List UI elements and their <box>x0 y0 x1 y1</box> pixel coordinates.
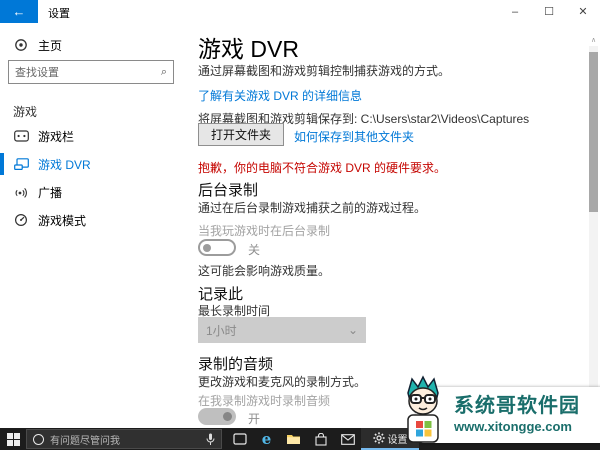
task-view-button[interactable] <box>226 428 253 450</box>
microphone-icon <box>206 433 215 445</box>
window-controls: – ☐ ✕ <box>498 0 600 23</box>
desktop: ← 设置 – ☐ ✕ 主页 查找设置 ⌕ 游戏 游戏栏 游戏 DVR 广播 游戏… <box>0 0 600 450</box>
minimize-button[interactable]: – <box>498 0 532 23</box>
cortana-placeholder: 有问题尽管问我 <box>50 435 120 447</box>
sidebar-item-label: 广播 <box>38 185 63 200</box>
chevron-down-icon: ⌄ <box>347 323 358 337</box>
watermark-url: www.xitongge.com <box>454 419 572 434</box>
sidebar-item-game-dvr[interactable]: 游戏 DVR <box>0 150 192 178</box>
quality-note: 这可能会影响游戏质量。 <box>198 264 331 278</box>
page-subtitle: 通过屏幕截图和游戏剪辑控制捕获游戏的方式。 <box>198 64 451 78</box>
dropdown-value: 1小时 <box>206 323 237 338</box>
sidebar-item-broadcast[interactable]: 广播 <box>0 178 192 206</box>
maximize-button[interactable]: ☐ <box>532 0 566 23</box>
background-recording-toggle-label: 当我玩游戏时在后台录制 <box>198 224 331 238</box>
learn-more-link[interactable]: 了解有关游戏 DVR 的详细信息 <box>198 87 362 104</box>
max-record-time-dropdown[interactable]: 1小时 ⌄ <box>198 317 366 343</box>
watermark-title: 系统哥软件园 <box>454 395 580 417</box>
game-dvr-settings-panel: 游戏 DVR 通过屏幕截图和游戏剪辑控制捕获游戏的方式。 了解有关游戏 DVR … <box>198 23 576 428</box>
page-title: 游戏 DVR <box>198 36 299 62</box>
toggle-knob <box>223 412 232 421</box>
section-background-recording: 后台录制 <box>198 182 259 199</box>
scrollbar-thumb[interactable] <box>589 52 598 212</box>
section-recorded-audio: 录制的音频 <box>198 356 274 373</box>
store-icon[interactable] <box>307 428 334 450</box>
section-record-this: 记录此 <box>198 286 244 303</box>
record-audio-toggle-label: 在我录制游戏时录制音频 <box>198 394 331 408</box>
hardware-warning: 抱歉，你的电脑不符合游戏 DVR 的硬件要求。 <box>198 161 447 175</box>
background-recording-toggle-state: 关 <box>248 243 261 257</box>
background-recording-toggle[interactable] <box>198 239 236 256</box>
edge-icon[interactable]: e <box>253 428 280 450</box>
broadcast-icon <box>13 184 29 200</box>
gear-icon <box>372 432 385 444</box>
game-bar-icon <box>13 128 29 144</box>
mascot-icon <box>407 375 439 443</box>
back-button[interactable]: ← <box>0 0 38 23</box>
cortana-search-box[interactable]: 有问题尽管问我 <box>26 429 222 449</box>
settings-sidebar: 主页 查找设置 ⌕ 游戏 游戏栏 游戏 DVR 广播 游戏模式 <box>0 23 192 428</box>
cortana-icon <box>33 433 44 445</box>
search-input[interactable]: 查找设置 ⌕ <box>8 60 174 84</box>
start-button[interactable] <box>0 428 26 450</box>
record-audio-toggle[interactable] <box>198 408 236 425</box>
sidebar-item-label: 游戏 DVR <box>38 157 91 172</box>
record-audio-toggle-state: 开 <box>248 412 261 426</box>
save-elsewhere-link[interactable]: 如何保存到其他文件夹 <box>294 128 414 145</box>
background-recording-desc: 通过在后台录制游戏捕获之前的游戏过程。 <box>198 201 427 215</box>
sidebar-item-label: 游戏栏 <box>38 129 75 144</box>
sidebar-item-game-mode[interactable]: 游戏模式 <box>0 206 192 234</box>
window-title: 设置 <box>48 8 70 20</box>
mail-icon[interactable] <box>334 428 361 450</box>
search-placeholder: 查找设置 <box>15 67 59 79</box>
home-gear-icon <box>13 37 29 53</box>
game-dvr-icon <box>13 156 29 172</box>
scrollbar-up-arrow[interactable]: ∧ <box>589 36 598 46</box>
watermark-text: 系统哥软件园 www.xitongge.com <box>454 389 580 434</box>
back-arrow-icon: ← <box>12 4 26 19</box>
toggle-knob <box>203 243 211 252</box>
sidebar-item-home[interactable]: 主页 <box>0 31 192 59</box>
sidebar-home-label: 主页 <box>38 38 63 53</box>
close-button[interactable]: ✕ <box>566 0 600 23</box>
open-folder-button[interactable]: 打开文件夹 <box>198 123 284 146</box>
search-icon: ⌕ <box>160 65 167 78</box>
recorded-audio-desc: 更改游戏和麦克风的录制方式。 <box>198 375 367 389</box>
sidebar-item-label: 游戏模式 <box>38 213 87 228</box>
file-explorer-icon[interactable] <box>280 428 307 450</box>
sidebar-item-game-bar[interactable]: 游戏栏 <box>0 122 192 150</box>
game-mode-icon <box>13 212 29 228</box>
site-watermark: 系统哥软件园 www.xitongge.com <box>396 375 600 445</box>
sidebar-section-games: 游戏 <box>13 105 38 119</box>
